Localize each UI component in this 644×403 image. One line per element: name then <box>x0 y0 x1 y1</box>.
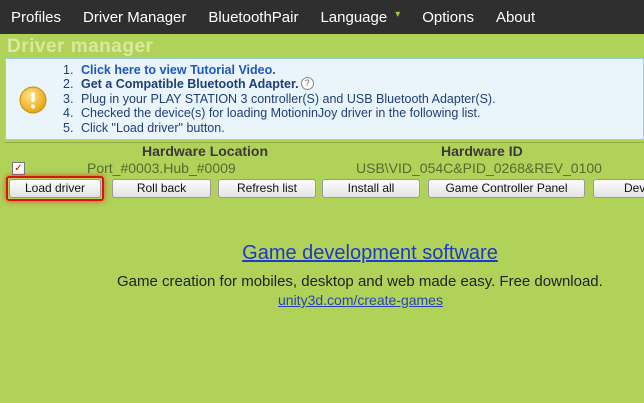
step-text: Plug in your PLAY STATION 3 controller(S… <box>81 91 496 106</box>
menu-bluetoothpair[interactable]: BluetoothPair <box>197 0 309 34</box>
game-controller-panel-button[interactable]: Game Controller Panel <box>428 179 585 198</box>
cell-hardware-id: USB\VID_054C&PID_0268&REV_0100 <box>356 160 602 176</box>
ad-url-link[interactable]: unity3d.com/create-games <box>278 292 443 308</box>
column-header-location: Hardware Location <box>142 143 269 159</box>
step-1[interactable]: 1. Click here to view Tutorial Video. <box>63 63 496 77</box>
info-panel: 1. Click here to view Tutorial Video. 2. G… <box>5 58 644 140</box>
menu-bluetoothpair-label: BluetoothPair <box>208 8 299 26</box>
step-3: 3. Plug in your PLAY STATION 3 controller… <box>63 92 496 106</box>
menu-profiles-label: Profiles <box>11 8 62 26</box>
install-all-button[interactable]: Install all <box>322 179 420 198</box>
step-number: 2. <box>63 77 74 92</box>
step-number: 3. <box>63 91 74 106</box>
menu-driver-manager-label: Driver Manager <box>83 8 187 26</box>
ad-title-link[interactable]: Game development software <box>0 242 644 265</box>
warning-icon <box>19 86 47 114</box>
ad-description: Game creation for mobiles, desktop and w… <box>117 273 603 290</box>
page-title: Driver manager <box>7 36 154 57</box>
help-icon[interactable]: ? <box>300 77 314 91</box>
roll-back-button[interactable]: Roll back <box>112 179 211 198</box>
step-number: 4. <box>63 106 74 121</box>
menu-options[interactable]: Options <box>411 0 485 34</box>
menu-profiles[interactable]: Profiles <box>0 0 72 34</box>
tutorial-video-link[interactable]: Click here to view Tutorial Video. <box>81 63 276 77</box>
step-5: 5. Click "Load driver" button. <box>63 121 496 135</box>
load-driver-button[interactable]: Load driver <box>9 179 101 198</box>
step-text: Click "Load driver" button. <box>81 120 225 135</box>
step-number: 5. <box>63 120 74 135</box>
menu-language[interactable]: Language ▾ <box>309 0 411 34</box>
menu-language-label: Language <box>320 8 388 26</box>
table-header: Hardware Location Hardware ID <box>5 142 644 160</box>
menu-about-label: About <box>495 8 536 26</box>
menu-about[interactable]: About <box>485 0 546 34</box>
top-menu-bar: Profiles Driver Manager BluetoothPair La… <box>0 0 644 34</box>
instruction-list: 1. Click here to view Tutorial Video. 2. G… <box>63 63 496 135</box>
menu-options-label: Options <box>422 8 474 26</box>
menu-driver-manager[interactable]: Driver Manager <box>72 0 197 34</box>
cell-hardware-location: Port_#0003.Hub_#0009 <box>87 160 236 176</box>
refresh-list-button[interactable]: Refresh list <box>218 179 316 198</box>
column-header-id: Hardware ID <box>441 143 523 159</box>
step-4: 4. Checked the device(s) for loading Moti… <box>63 106 496 120</box>
row-checkbox[interactable]: ✓ <box>12 162 25 175</box>
dev-button[interactable]: Dev <box>593 179 644 198</box>
step-number: 1. <box>63 63 74 77</box>
compatible-adapter-link[interactable]: Get a Compatible Bluetooth Adapter. <box>81 77 299 91</box>
chevron-down-icon: ▾ <box>395 8 401 20</box>
step-text: Checked the device(s) for loading Motion… <box>81 106 481 121</box>
step-2: 2. Get a Compatible Bluetooth Adapter.? <box>63 77 496 91</box>
